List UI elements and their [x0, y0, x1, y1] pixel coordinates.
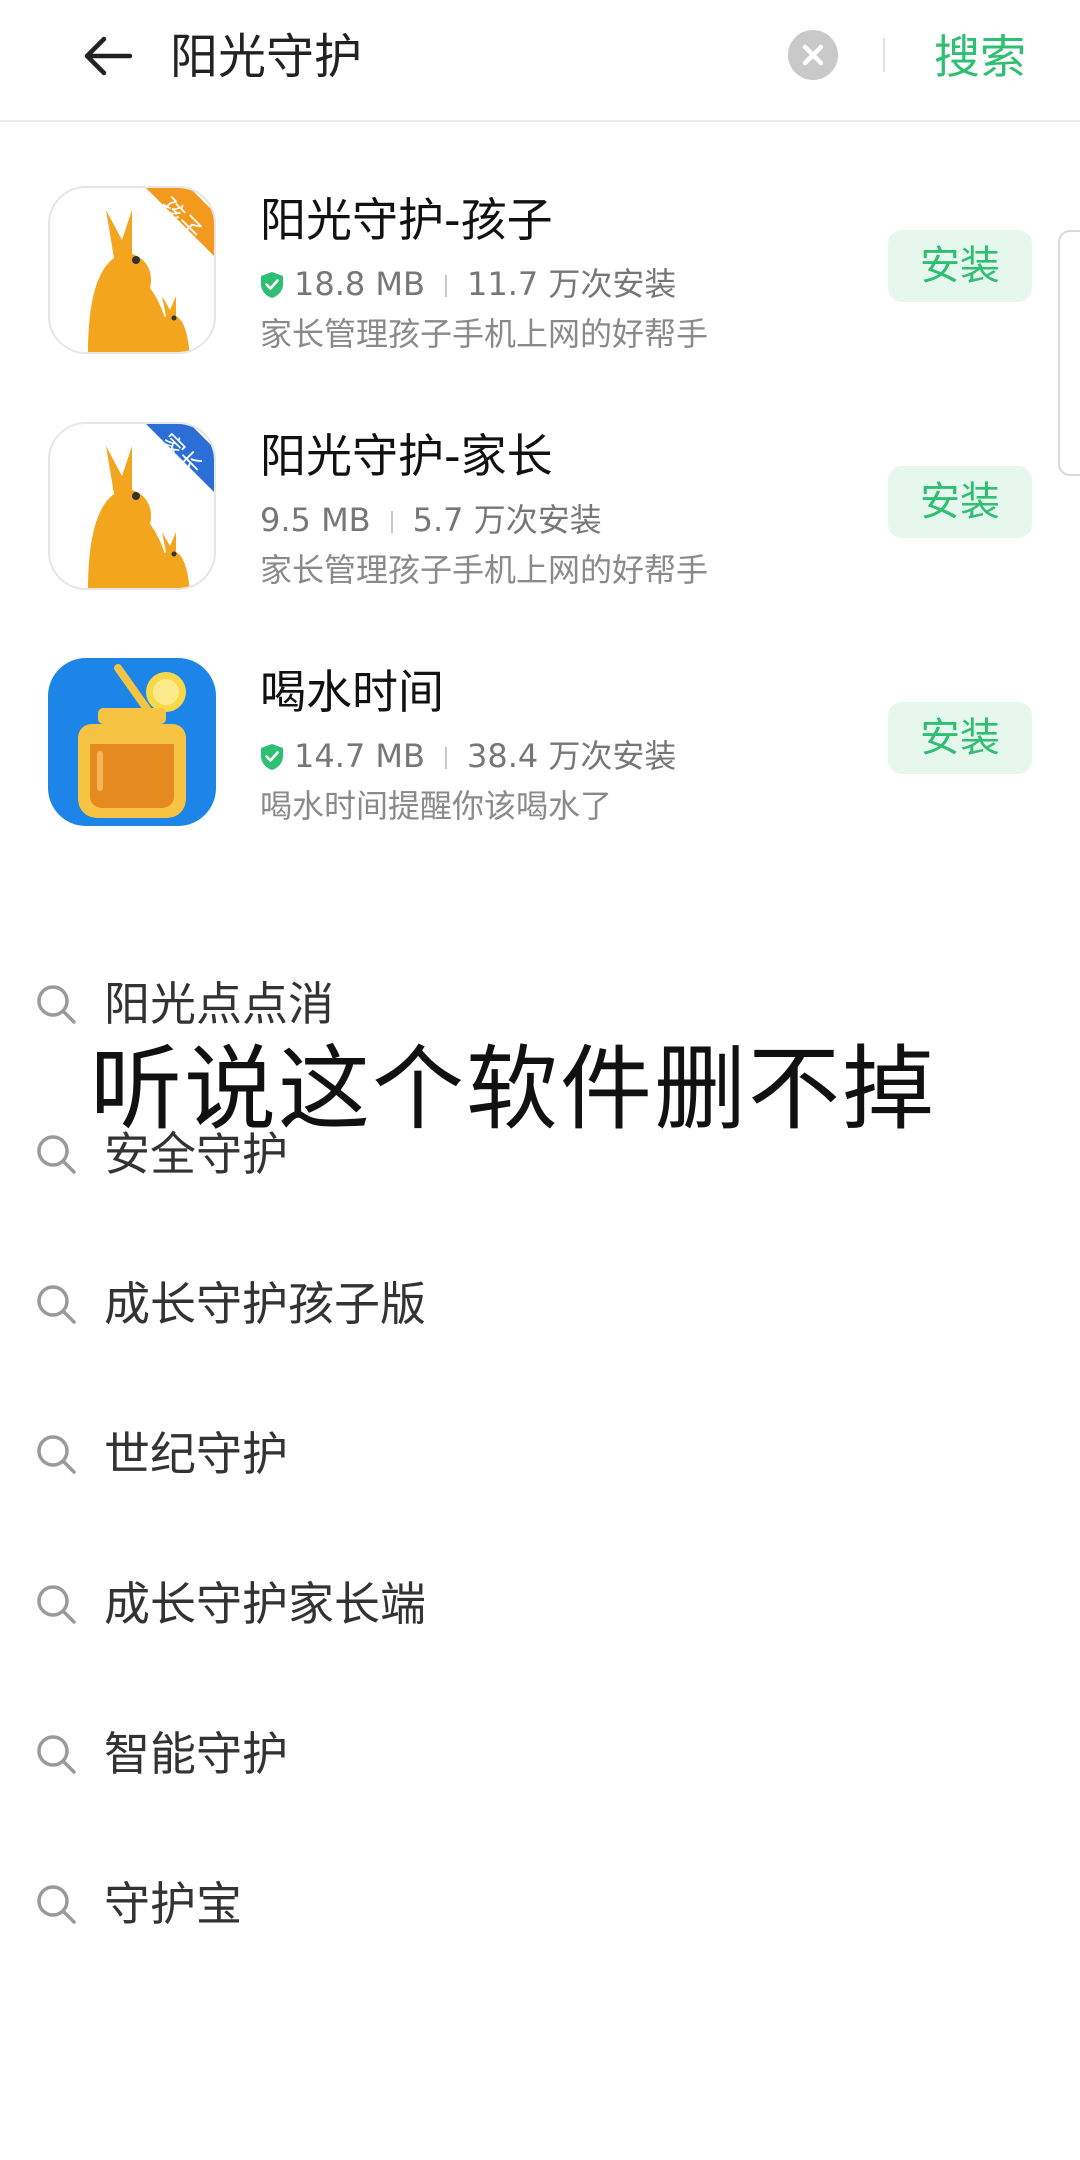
- suggestion-label: 阳光点点消: [104, 977, 334, 1031]
- suggestion-item[interactable]: 成长守护家长端: [0, 1544, 1080, 1664]
- video-caption: 听说这个软件删不掉: [90, 1036, 937, 1143]
- install-button[interactable]: 安装: [888, 466, 1032, 538]
- back-button[interactable]: [78, 26, 138, 86]
- search-icon: [37, 1435, 76, 1474]
- suggestion-item[interactable]: 智能守护: [0, 1694, 1080, 1814]
- search-button[interactable]: 搜索: [934, 22, 1026, 92]
- search-icon: [37, 1735, 76, 1774]
- close-icon: [802, 44, 824, 66]
- app-installs: 11.7 万次安装: [466, 265, 677, 303]
- app-result-item[interactable]: 孩子 阳光守护-孩子 18.8 MB 11.7 万次安装 家长管理孩子手机上网的好…: [0, 186, 1080, 422]
- app-installs: 38.4 万次安装: [466, 737, 677, 775]
- suggestion-label: 守护宝: [104, 1877, 242, 1931]
- verified-shield-icon: [261, 272, 283, 298]
- app-result-item[interactable]: 家长 阳光守护-家长 9.5 MB 5.7 万次安装 家长管理孩子手机上网的好帮手…: [0, 422, 1080, 658]
- verified-shield-icon: [261, 744, 283, 770]
- scrollbar-thumb[interactable]: [1058, 230, 1080, 476]
- suggestion-label: 成长守护家长端: [104, 1577, 426, 1631]
- app-meta: 14.7 MB 38.4 万次安装: [260, 736, 676, 776]
- search-icon: [37, 1285, 76, 1324]
- suggestion-label: 成长守护孩子版: [104, 1277, 426, 1331]
- search-icon: [37, 985, 76, 1024]
- app-name: 阳光守护-孩子: [260, 193, 553, 247]
- app-description: 家长管理孩子手机上网的好帮手: [260, 551, 709, 589]
- suggestion-label: 智能守护: [104, 1727, 288, 1781]
- search-input[interactable]: 阳光守护: [170, 22, 362, 92]
- app-name: 喝水时间: [260, 665, 444, 719]
- back-arrow-icon: [84, 36, 133, 76]
- meta-separator: [444, 747, 447, 769]
- app-description: 家长管理孩子手机上网的好帮手: [260, 315, 709, 353]
- meta-separator: [444, 275, 447, 297]
- app-name: 阳光守护-家长: [260, 429, 553, 483]
- suggestion-item[interactable]: 成长守护孩子版: [0, 1244, 1080, 1364]
- juice-jar-icon: [48, 658, 216, 826]
- divider: [883, 38, 885, 72]
- app-result-item[interactable]: 喝水时间 14.7 MB 38.4 万次安装 喝水时间提醒你该喝水了 安装: [0, 658, 1080, 894]
- suggestion-item[interactable]: 守护宝: [0, 1844, 1080, 1964]
- install-button[interactable]: 安装: [888, 702, 1032, 774]
- search-bar: 阳光守护 搜索: [0, 0, 1080, 122]
- clear-search-button[interactable]: [788, 30, 838, 80]
- app-description: 喝水时间提醒你该喝水了: [260, 787, 613, 825]
- search-icon: [37, 1585, 76, 1624]
- app-size: 14.7 MB: [294, 737, 425, 775]
- app-installs: 5.7 万次安装: [412, 501, 602, 539]
- kangaroo-icon: 孩子: [48, 186, 216, 354]
- search-icon: [37, 1885, 76, 1924]
- app-size: 9.5 MB: [260, 501, 371, 539]
- install-button[interactable]: 安装: [888, 230, 1032, 302]
- app-size: 18.8 MB: [294, 265, 425, 303]
- meta-separator: [390, 511, 393, 533]
- kangaroo-icon: 家长: [48, 422, 216, 590]
- app-meta: 18.8 MB 11.7 万次安装: [260, 264, 676, 304]
- app-meta: 9.5 MB 5.7 万次安装: [260, 500, 602, 540]
- suggestion-label: 世纪守护: [104, 1427, 288, 1481]
- search-icon: [37, 1135, 76, 1174]
- suggestion-item[interactable]: 世纪守护: [0, 1394, 1080, 1514]
